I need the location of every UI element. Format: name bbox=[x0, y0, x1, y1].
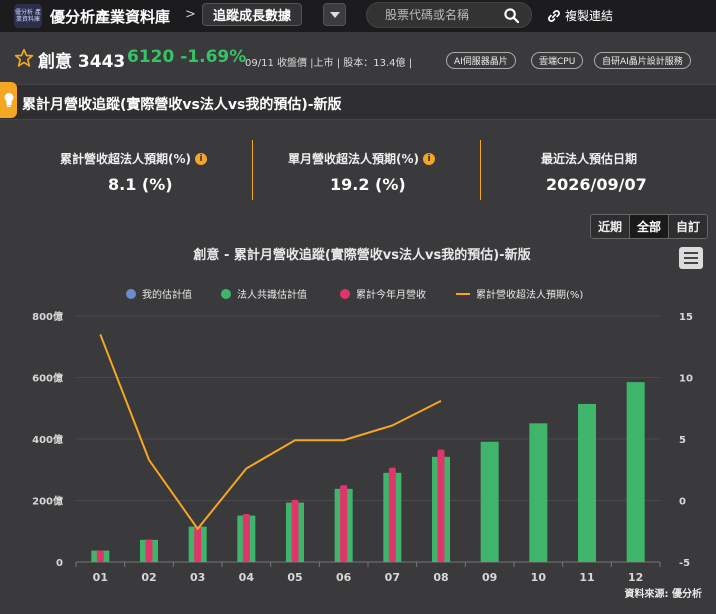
bar-consensus[interactable] bbox=[237, 515, 256, 562]
period-custom-button[interactable]: 自訂 bbox=[669, 215, 708, 238]
section-dropdown-button[interactable] bbox=[323, 3, 346, 26]
search-icon[interactable] bbox=[504, 8, 519, 23]
logo-text: 優分析 產業資料庫 bbox=[15, 9, 41, 23]
bar-consensus[interactable] bbox=[188, 526, 207, 562]
y-left-tick-label: 0 bbox=[56, 558, 63, 569]
link-icon bbox=[548, 9, 560, 22]
tag-ai-server-chip[interactable]: AI伺服器晶片 bbox=[446, 52, 516, 69]
bar-actual[interactable] bbox=[96, 550, 104, 562]
bar-consensus[interactable] bbox=[480, 441, 499, 562]
stat-value-latest-estimate-date: 2026/09/07 bbox=[546, 175, 647, 194]
chart-legend: 我的估計值 法人共識估計值 累計今年月營收 累計營收超法人預期(%) bbox=[126, 288, 583, 301]
star-icon[interactable] bbox=[14, 48, 34, 68]
bar-consensus[interactable] bbox=[626, 382, 645, 562]
bar-consensus[interactable] bbox=[383, 472, 402, 562]
stock-price-change: 6120 -1.69% bbox=[127, 47, 247, 67]
y-left-tick-label: 200億 bbox=[32, 495, 63, 508]
period-toggle: 近期 全部 自訂 bbox=[590, 214, 709, 239]
legend-marker-actual bbox=[340, 289, 350, 299]
chevron-down-icon bbox=[329, 11, 340, 18]
y-left-tick-label: 600億 bbox=[32, 372, 63, 385]
site-title[interactable]: 優分析產業資料庫 bbox=[50, 6, 170, 27]
bar-actual[interactable] bbox=[340, 485, 348, 562]
bar-actual[interactable] bbox=[242, 514, 250, 562]
stat-value-monthly-beat: 19.2 (%) bbox=[330, 175, 406, 194]
x-tick-label: 08 bbox=[433, 571, 448, 584]
chart-title: 創意 - 累計月營收追蹤(實際營收vs法人vs我的預估)-新版 bbox=[192, 247, 530, 263]
bar-actual[interactable] bbox=[194, 527, 202, 562]
legend-actual: 累計今年月營收 bbox=[356, 288, 426, 301]
tag-cloud-cpu[interactable]: 雲端CPU bbox=[531, 52, 584, 69]
x-tick-label: 12 bbox=[628, 571, 643, 584]
period-recent-button[interactable]: 近期 bbox=[591, 215, 631, 238]
y-right-tick-label: 0 bbox=[679, 497, 686, 508]
legend-beat-line: 累計營收超法人預期(%) bbox=[476, 288, 583, 301]
x-tick-label: 03 bbox=[190, 571, 205, 584]
x-tick-label: 01 bbox=[93, 571, 108, 584]
y-right-tick-label: 15 bbox=[679, 312, 693, 323]
y-right-tick-label: 10 bbox=[679, 374, 693, 385]
tag-custom-ai-chip[interactable]: 自研AI晶片設計服務 bbox=[594, 52, 691, 69]
period-all-button[interactable]: 全部 bbox=[630, 215, 670, 238]
site-logo[interactable]: 優分析 產業資料庫 bbox=[14, 4, 42, 28]
section-selector[interactable]: 追蹤成長數據 bbox=[202, 3, 303, 26]
bar-consensus[interactable] bbox=[432, 456, 450, 562]
stat-label-monthly-beat: 單月營收超法人預期(%) i bbox=[288, 150, 435, 167]
legend-marker-my-estimate bbox=[126, 289, 136, 299]
x-tick-label: 02 bbox=[141, 571, 156, 584]
y-right-tick-label: -5 bbox=[679, 558, 690, 569]
x-tick-label: 07 bbox=[385, 571, 400, 584]
legend-consensus: 法人共識估計值 bbox=[237, 288, 307, 301]
bar-consensus[interactable] bbox=[529, 423, 548, 562]
lightbulb-icon[interactable] bbox=[0, 82, 17, 118]
copy-link-label: 複製連結 bbox=[565, 9, 614, 23]
stat-value-cumulative-beat: 8.1 (%) bbox=[108, 175, 173, 194]
stat-label-latest-estimate-date: 最近法人預估日期 bbox=[541, 152, 638, 166]
close-meta: 09/11 收盤價 |上市 | 股本：13.4億 | bbox=[245, 58, 413, 69]
x-tick-label: 09 bbox=[482, 571, 497, 584]
bar-consensus[interactable] bbox=[140, 539, 158, 562]
stat-label-cumulative-beat: 累計營收超法人預期(%) i bbox=[60, 150, 207, 167]
line-beat-expectation[interactable] bbox=[99, 334, 442, 531]
stat-divider bbox=[480, 140, 481, 200]
x-tick-label: 11 bbox=[579, 571, 594, 584]
breadcrumb-separator: > bbox=[185, 7, 196, 22]
bar-actual[interactable] bbox=[145, 539, 153, 562]
copy-link-button[interactable]: 複製連結 bbox=[547, 7, 613, 24]
legend-my-estimate: 我的估計值 bbox=[142, 288, 192, 301]
x-tick-label: 06 bbox=[336, 571, 352, 584]
top-navbar: 優分析 產業資料庫 優分析產業資料庫 > 追蹤成長數據 複製連結 bbox=[0, 0, 716, 32]
x-tick-label: 10 bbox=[531, 571, 547, 584]
legend-marker-consensus bbox=[221, 289, 231, 299]
bar-consensus[interactable] bbox=[578, 403, 596, 562]
y-left-tick-label: 800億 bbox=[32, 310, 63, 323]
panel-title: 累計月營收追蹤(實際營收vs法人vs我的預估)-新版 bbox=[22, 97, 342, 113]
data-source: 資料來源: 優分析 bbox=[625, 587, 702, 600]
x-tick-label: 05 bbox=[287, 571, 302, 584]
x-tick-label: 04 bbox=[239, 571, 255, 584]
search-input[interactable] bbox=[385, 8, 505, 22]
bar-actual[interactable] bbox=[437, 449, 445, 562]
info-icon[interactable]: i bbox=[195, 152, 207, 165]
stock-name: 創意 3443 bbox=[38, 52, 126, 72]
bar-consensus[interactable] bbox=[334, 488, 353, 562]
chart-menu-icon[interactable] bbox=[679, 247, 703, 269]
stat-divider bbox=[252, 140, 253, 200]
bar-actual[interactable] bbox=[291, 499, 299, 562]
bar-consensus[interactable] bbox=[91, 550, 110, 562]
y-left-tick-label: 400億 bbox=[32, 433, 63, 446]
stock-search bbox=[366, 2, 532, 28]
y-right-tick-label: 5 bbox=[679, 435, 686, 446]
bar-actual[interactable] bbox=[388, 467, 396, 562]
info-icon[interactable]: i bbox=[423, 152, 435, 165]
bar-consensus[interactable] bbox=[286, 502, 304, 562]
